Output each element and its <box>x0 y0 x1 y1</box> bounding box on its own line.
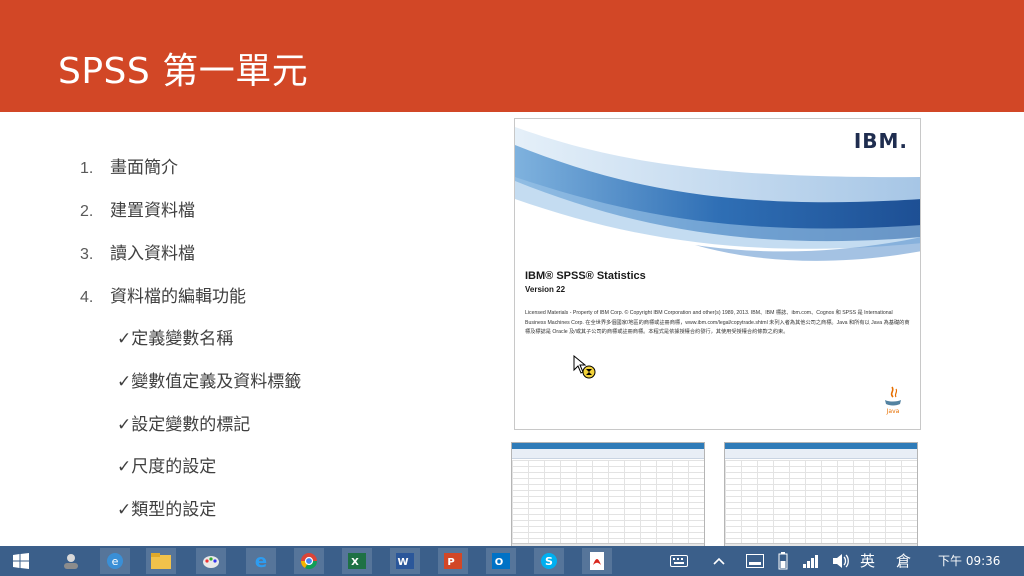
spss-splash-image: IBM. IBM® SPSS® Statistics Version 22 Li… <box>514 118 921 430</box>
chevron-up-icon[interactable] <box>704 548 734 574</box>
outline-item-3: 3. 讀入資料檔 <box>80 242 195 267</box>
pdf-icon[interactable] <box>582 548 612 574</box>
subitem-4: ✓尺度的設定 <box>117 457 217 477</box>
outline-num: 4. <box>80 289 94 306</box>
svg-text:O: O <box>495 557 504 568</box>
subitem-3: ✓設定變數的標記 <box>117 415 251 435</box>
outline-item-1: 1. 畫面簡介 <box>80 156 178 181</box>
busy-cursor-icon <box>573 355 596 379</box>
network-signal-icon[interactable] <box>796 548 826 574</box>
powerpoint-icon[interactable]: P <box>438 548 468 574</box>
variable-view-thumbnail <box>724 442 918 552</box>
svg-text:e: e <box>255 551 267 571</box>
windows-start-icon[interactable] <box>6 548 36 574</box>
svg-text:P: P <box>447 557 454 568</box>
taskbar-clock[interactable]: 下午 09:36 <box>938 552 1000 569</box>
outline-num: 3. <box>80 246 94 263</box>
outline-text: 畫面簡介 <box>110 158 178 178</box>
svg-text:e: e <box>112 555 119 568</box>
keyboard-icon[interactable] <box>664 548 694 574</box>
action-center-icon[interactable] <box>740 548 770 574</box>
outline-num: 1. <box>80 160 94 177</box>
edge-icon[interactable]: e <box>246 548 276 574</box>
outline-text: 建置資料檔 <box>110 201 195 221</box>
outline-item-4: 4. 資料檔的編輯功能 <box>80 285 246 310</box>
svg-text:Java: Java <box>886 408 900 415</box>
ie-icon[interactable]: e <box>100 548 130 574</box>
battery-icon[interactable] <box>768 548 798 574</box>
ime-mode-indicator[interactable]: 倉 <box>896 550 911 572</box>
java-icon: Java <box>885 386 901 415</box>
outlook-icon[interactable]: O <box>486 548 516 574</box>
volume-icon[interactable] <box>826 548 856 574</box>
outline-text: 讀入資料檔 <box>110 244 195 264</box>
outline-num: 2. <box>80 203 94 220</box>
subitem-1: ✓定義變數名稱 <box>117 329 234 349</box>
product-name: IBM® SPSS® Statistics <box>525 270 646 282</box>
ibm-logo: IBM. <box>853 129 908 153</box>
svg-text:S: S <box>545 555 553 568</box>
outline-text: 資料檔的編輯功能 <box>110 287 246 307</box>
outline-item-2: 2. 建置資料檔 <box>80 199 195 224</box>
excel-icon[interactable]: X <box>342 548 372 574</box>
user-icon[interactable] <box>56 548 86 574</box>
paint-icon[interactable] <box>196 548 226 574</box>
subitem-2: ✓變數值定義及資料標籤 <box>117 372 302 392</box>
slide-title: SPSS 第一單元 <box>58 51 309 92</box>
subitem-5: ✓類型的設定 <box>117 500 217 520</box>
skype-icon[interactable]: S <box>534 548 564 574</box>
svg-text:W: W <box>397 557 408 568</box>
product-version: Version 22 <box>525 285 566 294</box>
svg-text:X: X <box>351 557 359 568</box>
file-explorer-icon[interactable] <box>146 548 176 574</box>
data-view-thumbnail <box>511 442 705 552</box>
chrome-icon[interactable] <box>294 548 324 574</box>
ime-language-indicator[interactable]: 英 <box>860 550 875 572</box>
legal-text: Licensed Materials - Property of IBM Cor… <box>525 310 910 335</box>
word-icon[interactable]: W <box>390 548 420 574</box>
